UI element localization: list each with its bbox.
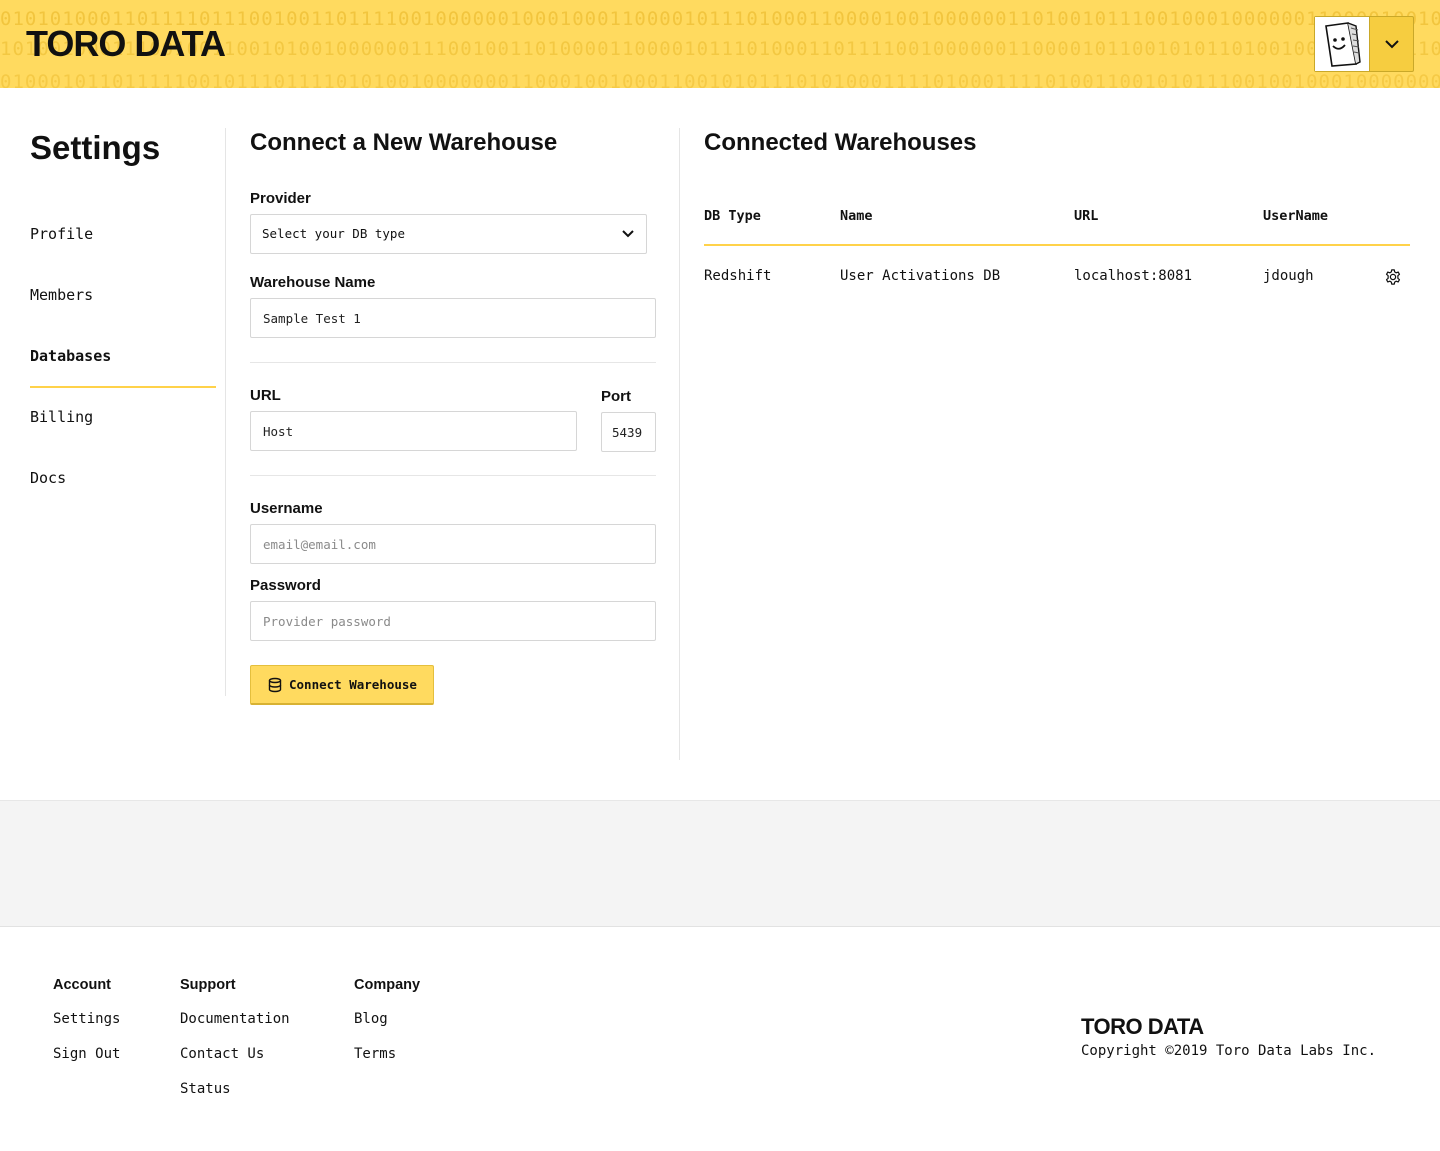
warehouse-name-field: Warehouse Name [250,274,656,338]
connect-warehouse-button[interactable]: Connect Warehouse [250,665,434,705]
column-header-db-type: DB Type [704,208,761,224]
user-menu-toggle[interactable] [1370,17,1413,71]
divider [250,475,656,476]
column-header-name: Name [840,208,873,224]
warehouses-title: Connected Warehouses [704,129,977,156]
connect-warehouse-label: Connect Warehouse [289,677,417,692]
cell-db-type: Redshift [704,268,772,284]
url-input[interactable] [250,411,577,451]
cell-username: jdough [1263,268,1314,284]
footer-heading-support: Support [180,977,236,993]
copyright: Copyright ©2019 Toro Data Labs Inc. [1081,1043,1377,1059]
footer-link-blog[interactable]: Blog [354,1002,420,1037]
cell-name: User Activations DB [840,268,1001,284]
footer-account: Account Settings Sign Out [53,976,120,1072]
gear-icon[interactable] [1384,268,1402,286]
column-header-url: URL [1074,208,1099,224]
nav-item-members[interactable]: Members [30,265,216,326]
brand-logo[interactable]: TORO DATA [26,24,226,64]
port-label: Port [601,388,631,405]
provider-select-value: Select your DB type [262,226,405,241]
column-header-username: UserName [1263,208,1329,224]
settings-nav: Profile Members Databases Billing Docs [30,204,216,509]
table-header: DB Type Name URL UserName [704,202,1410,246]
footer-heading-account: Account [53,977,111,993]
provider-field: Provider Select your DB type [250,190,647,254]
connect-warehouse-form: Connect a New Warehouse Provider Select … [250,128,656,705]
footer-support: Support Documentation Contact Us Status [180,976,290,1107]
footer-heading-company: Company [354,977,421,993]
footer-band [0,800,1440,927]
chevron-down-icon [1384,40,1399,49]
provider-label: Provider [250,190,311,207]
footer-link-terms[interactable]: Terms [354,1037,420,1072]
footer-company: Company Blog Terms [354,976,420,1072]
nav-item-docs[interactable]: Docs [30,448,216,509]
chevron-down-icon [622,230,634,238]
provider-select[interactable]: Select your DB type [250,214,647,254]
nav-item-profile[interactable]: Profile [30,204,216,265]
footer-link-contact-us[interactable]: Contact Us [180,1037,290,1072]
cell-url: localhost:8081 [1074,268,1193,284]
password-label: Password [250,577,321,594]
top-header: 0101010001101111011100100110111100100000… [0,0,1440,88]
password-input[interactable] [250,601,656,641]
form-title: Connect a New Warehouse [250,129,558,156]
username-field: Username [250,500,656,564]
footer-link-settings[interactable]: Settings [53,1002,120,1037]
divider [250,362,656,363]
avatar[interactable] [1315,17,1370,71]
divider [679,128,680,760]
database-icon [268,677,282,692]
nav-item-databases[interactable]: Databases [30,326,216,388]
footer-link-status[interactable]: Status [180,1072,290,1107]
port-input[interactable] [601,412,656,452]
user-menu[interactable] [1314,16,1414,72]
warehouse-name-label: Warehouse Name [250,274,376,291]
avatar-icon [1325,22,1361,67]
warehouse-name-input[interactable] [250,298,656,338]
footer-link-sign-out[interactable]: Sign Out [53,1037,120,1072]
port-field: Port [601,388,656,452]
binary-pattern-row: 0100010110111110010111011110101001000000… [0,71,1440,88]
url-label: URL [250,387,281,404]
table-row: Redshift User Activations DB localhost:8… [704,258,1410,298]
username-label: Username [250,500,323,517]
footer-logo: TORO DATA [1081,1014,1204,1039]
connected-warehouses: Connected Warehouses DB Type Name URL Us… [704,128,1410,285]
url-field: URL [250,387,577,451]
password-field: Password [250,577,656,641]
divider [225,128,226,696]
username-input[interactable] [250,524,656,564]
footer-link-documentation[interactable]: Documentation [180,1002,290,1037]
page-title: Settings [30,129,161,166]
nav-item-billing[interactable]: Billing [30,387,216,448]
